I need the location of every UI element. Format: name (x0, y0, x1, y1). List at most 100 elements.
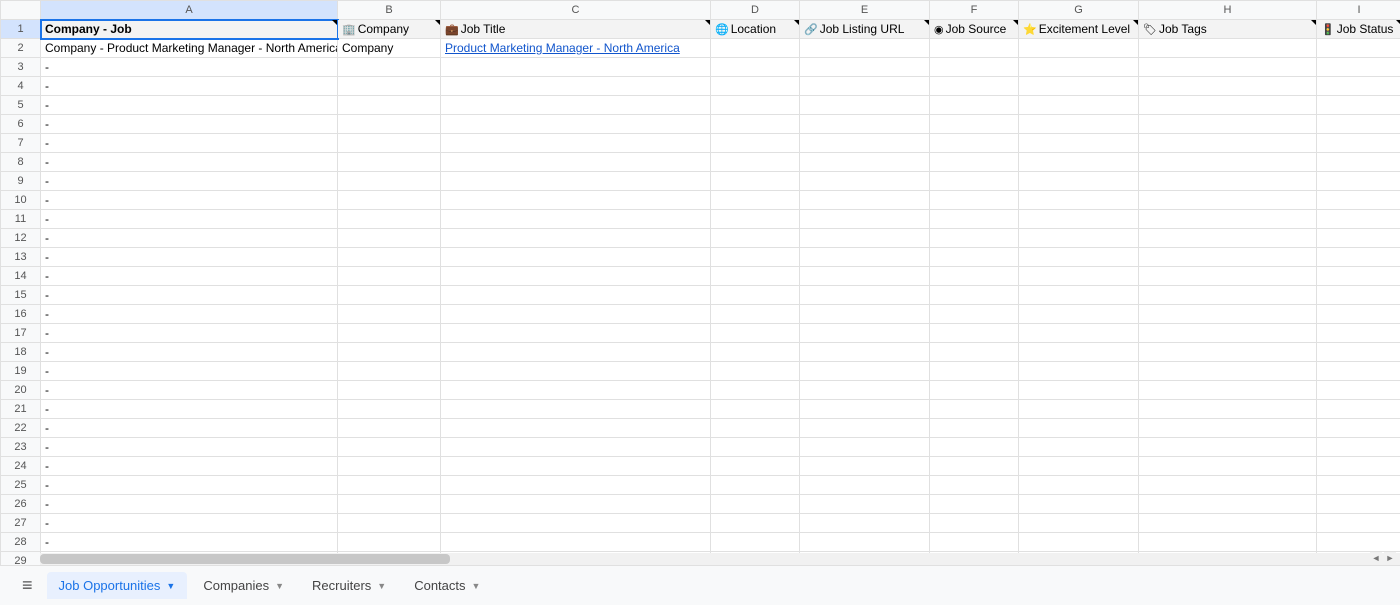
cell-H15[interactable] (1139, 286, 1317, 305)
cell-D26[interactable] (711, 495, 800, 514)
cell-D18[interactable] (711, 343, 800, 362)
cell-I20[interactable] (1317, 381, 1400, 400)
cell-D9[interactable] (711, 172, 800, 191)
cell-I16[interactable] (1317, 305, 1400, 324)
column-header-D[interactable]: D (711, 1, 800, 20)
cell-E28[interactable] (800, 533, 930, 552)
cell-B3[interactable] (338, 58, 441, 77)
row-header-23[interactable]: 23 (1, 438, 41, 457)
row-header-1[interactable]: 1 (1, 20, 41, 39)
sheet-tab-recruiters[interactable]: Recruiters▼ (300, 572, 398, 599)
cell-B7[interactable] (338, 134, 441, 153)
cell-G19[interactable] (1019, 362, 1139, 381)
cell-G5[interactable] (1019, 96, 1139, 115)
cell-I27[interactable] (1317, 514, 1400, 533)
cell-A24[interactable]: - (41, 457, 338, 476)
scrollbar-thumb[interactable] (40, 554, 450, 564)
cell-E24[interactable] (800, 457, 930, 476)
cell-G27[interactable] (1019, 514, 1139, 533)
cell-C27[interactable] (441, 514, 711, 533)
row-header-10[interactable]: 10 (1, 191, 41, 210)
cell-C6[interactable] (441, 115, 711, 134)
cell-A11[interactable]: - (41, 210, 338, 229)
cell-D1[interactable]: 🌐Location (711, 20, 800, 39)
cell-B19[interactable] (338, 362, 441, 381)
cell-I6[interactable] (1317, 115, 1400, 134)
cell-H1[interactable]: 🏷Job Tags (1139, 20, 1317, 39)
cell-C8[interactable] (441, 153, 711, 172)
cell-C16[interactable] (441, 305, 711, 324)
cell-F13[interactable] (930, 248, 1019, 267)
cell-B8[interactable] (338, 153, 441, 172)
cell-I28[interactable] (1317, 533, 1400, 552)
cell-G22[interactable] (1019, 419, 1139, 438)
row-header-16[interactable]: 16 (1, 305, 41, 324)
cell-C20[interactable] (441, 381, 711, 400)
cell-F27[interactable] (930, 514, 1019, 533)
cell-E8[interactable] (800, 153, 930, 172)
cell-F7[interactable] (930, 134, 1019, 153)
cell-G8[interactable] (1019, 153, 1139, 172)
cell-F19[interactable] (930, 362, 1019, 381)
cell-E26[interactable] (800, 495, 930, 514)
cell-E5[interactable] (800, 96, 930, 115)
cell-E11[interactable] (800, 210, 930, 229)
cell-C17[interactable] (441, 324, 711, 343)
column-header-E[interactable]: E (800, 1, 930, 20)
cell-I7[interactable] (1317, 134, 1400, 153)
job-title-link[interactable]: Product Marketing Manager - North Americ… (445, 41, 680, 55)
cell-A3[interactable]: - (41, 58, 338, 77)
cell-I11[interactable] (1317, 210, 1400, 229)
cell-D5[interactable] (711, 96, 800, 115)
cell-E10[interactable] (800, 191, 930, 210)
cell-H12[interactable] (1139, 229, 1317, 248)
cell-E17[interactable] (800, 324, 930, 343)
cell-F24[interactable] (930, 457, 1019, 476)
cell-B23[interactable] (338, 438, 441, 457)
column-header-B[interactable]: B (338, 1, 441, 20)
cell-G2[interactable] (1019, 39, 1139, 58)
cell-A1[interactable]: Company - Job (41, 20, 338, 39)
cell-H4[interactable] (1139, 77, 1317, 96)
cell-B14[interactable] (338, 267, 441, 286)
cell-G14[interactable] (1019, 267, 1139, 286)
cell-I14[interactable] (1317, 267, 1400, 286)
cell-A13[interactable]: - (41, 248, 338, 267)
cell-C15[interactable] (441, 286, 711, 305)
cell-D16[interactable] (711, 305, 800, 324)
cell-G17[interactable] (1019, 324, 1139, 343)
cell-C5[interactable] (441, 96, 711, 115)
cell-H23[interactable] (1139, 438, 1317, 457)
cell-G11[interactable] (1019, 210, 1139, 229)
row-header-5[interactable]: 5 (1, 96, 41, 115)
column-header-A[interactable]: A (41, 1, 338, 20)
sheet-nav-left-icon[interactable]: ◄ (1370, 552, 1382, 564)
cell-I10[interactable] (1317, 191, 1400, 210)
row-header-2[interactable]: 2 (1, 39, 41, 58)
cell-D4[interactable] (711, 77, 800, 96)
all-sheets-menu-icon[interactable]: ≡ (12, 571, 43, 600)
cell-A20[interactable]: - (41, 381, 338, 400)
cell-B2[interactable]: Company (338, 39, 441, 58)
cell-H6[interactable] (1139, 115, 1317, 134)
select-all-corner[interactable] (1, 1, 41, 20)
cell-I23[interactable] (1317, 438, 1400, 457)
cell-F4[interactable] (930, 77, 1019, 96)
cell-I5[interactable] (1317, 96, 1400, 115)
cell-I8[interactable] (1317, 153, 1400, 172)
cell-B18[interactable] (338, 343, 441, 362)
cell-H5[interactable] (1139, 96, 1317, 115)
cell-B22[interactable] (338, 419, 441, 438)
cell-G20[interactable] (1019, 381, 1139, 400)
cell-E3[interactable] (800, 58, 930, 77)
cell-G15[interactable] (1019, 286, 1139, 305)
cell-D13[interactable] (711, 248, 800, 267)
cell-E16[interactable] (800, 305, 930, 324)
cell-I26[interactable] (1317, 495, 1400, 514)
cell-I12[interactable] (1317, 229, 1400, 248)
cell-A7[interactable]: - (41, 134, 338, 153)
row-header-28[interactable]: 28 (1, 533, 41, 552)
cell-D24[interactable] (711, 457, 800, 476)
tab-menu-arrow-icon[interactable]: ▼ (166, 581, 175, 591)
cell-F26[interactable] (930, 495, 1019, 514)
